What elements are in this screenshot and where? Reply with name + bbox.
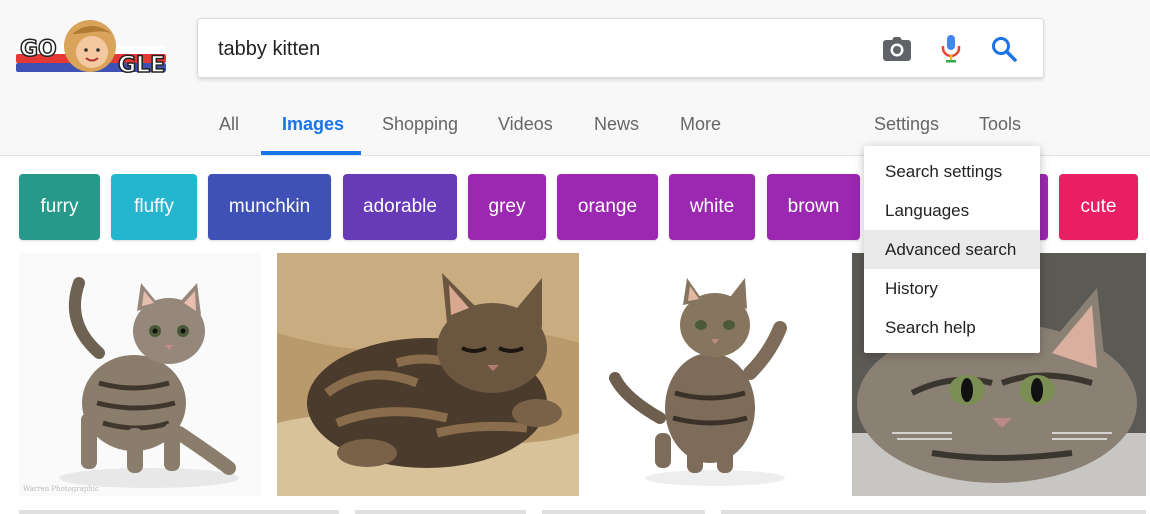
tab-news[interactable]: News [594,114,639,135]
tab-tools[interactable]: Tools [979,114,1021,135]
settings-dropdown-menu: Search settings Languages Advanced searc… [864,146,1040,353]
menu-item-search-help[interactable]: Search help [864,308,1040,347]
tab-videos[interactable]: Videos [498,114,553,135]
chip-brown[interactable]: brown [767,174,860,240]
search-icon[interactable] [988,33,1020,65]
image-result-3[interactable] [595,253,836,496]
next-row-image-hint [721,510,1146,514]
chip-grey[interactable]: grey [468,174,546,240]
menu-item-languages[interactable]: Languages [864,191,1040,230]
menu-item-search-settings[interactable]: Search settings [864,152,1040,191]
search-box [197,18,1044,78]
tab-more[interactable]: More [680,114,721,135]
image-result-2[interactable] [277,253,579,496]
svg-text:GLE: GLE [118,53,165,78]
active-tab-indicator [261,151,361,155]
tab-images[interactable]: Images [282,114,344,135]
image-result-1[interactable]: Warren Photographic [19,253,261,496]
chip-adorable[interactable]: adorable [343,174,457,240]
next-row-image-hint [19,510,339,514]
chip-orange[interactable]: orange [557,174,658,240]
menu-item-history[interactable]: History [864,269,1040,308]
next-row-image-hint [542,510,705,514]
svg-text:Warren Photographic: Warren Photographic [23,485,99,493]
search-input[interactable] [218,29,858,69]
microphone-icon[interactable] [935,33,967,65]
chip-cute[interactable]: cute [1059,174,1138,240]
menu-item-advanced-search[interactable]: Advanced search [864,230,1040,269]
chip-munchkin[interactable]: munchkin [208,174,331,240]
chip-furry[interactable]: furry [19,174,100,240]
chip-white[interactable]: white [669,174,755,240]
svg-text:GO: GO [20,37,57,62]
tab-shopping[interactable]: Shopping [382,114,458,135]
next-row-image-hint [355,510,526,514]
tab-settings[interactable]: Settings [874,114,939,135]
google-doodle-logo[interactable]: GO GLE [12,16,176,82]
chip-fluffy[interactable]: fluffy [111,174,197,240]
camera-icon[interactable] [881,33,913,65]
tab-all[interactable]: All [219,114,239,135]
